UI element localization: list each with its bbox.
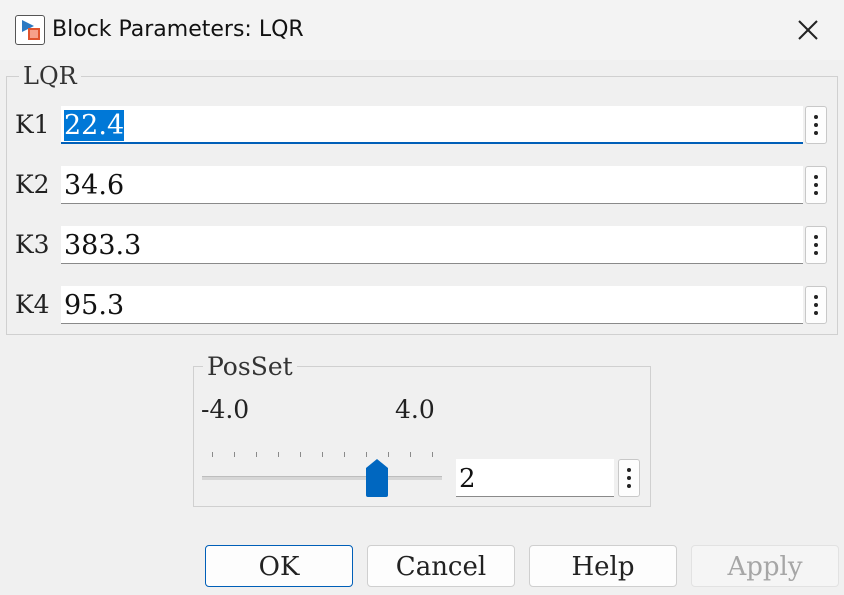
posset-more-button[interactable] bbox=[618, 459, 640, 497]
simulink-block-icon bbox=[15, 15, 45, 45]
slider-tick bbox=[256, 452, 257, 457]
posset-slider-track[interactable] bbox=[202, 476, 442, 480]
posset-value-input[interactable]: 2 bbox=[456, 459, 614, 497]
slider-tick bbox=[366, 452, 367, 457]
close-button[interactable] bbox=[786, 10, 830, 50]
k2-value: 34.6 bbox=[64, 170, 125, 201]
slider-max-label: 4.0 bbox=[395, 395, 435, 424]
k2-more-button[interactable] bbox=[805, 166, 827, 204]
slider-tick bbox=[344, 452, 345, 457]
more-options-icon bbox=[814, 173, 818, 197]
close-icon bbox=[798, 20, 818, 40]
posset-value: 2 bbox=[459, 464, 476, 494]
window-title: Block Parameters: LQR bbox=[52, 17, 304, 42]
k4-value: 95.3 bbox=[64, 290, 125, 321]
k3-label: K3 bbox=[15, 230, 50, 259]
k1-label: K1 bbox=[15, 110, 50, 139]
help-button[interactable]: Help bbox=[529, 545, 677, 587]
slider-tick bbox=[234, 452, 235, 457]
slider-tick bbox=[410, 452, 411, 457]
slider-tick bbox=[432, 452, 433, 457]
cancel-button[interactable]: Cancel bbox=[367, 545, 515, 587]
k4-more-button[interactable] bbox=[805, 286, 827, 324]
apply-button: Apply bbox=[691, 545, 839, 587]
k4-label: K4 bbox=[15, 290, 50, 319]
k3-input[interactable]: 383.3 bbox=[61, 226, 803, 264]
ok-button[interactable]: OK bbox=[205, 545, 353, 587]
posset-slider-thumb[interactable] bbox=[366, 459, 388, 497]
slider-tick bbox=[300, 452, 301, 457]
k3-value: 383.3 bbox=[64, 230, 142, 261]
slider-tick bbox=[322, 452, 323, 457]
k2-label: K2 bbox=[15, 170, 50, 199]
k1-input[interactable]: 22.4 bbox=[61, 106, 803, 144]
slider-min-label: -4.0 bbox=[201, 395, 250, 424]
more-options-icon bbox=[814, 113, 818, 137]
title-bar: Block Parameters: LQR bbox=[0, 0, 844, 60]
lqr-group-legend: LQR bbox=[19, 62, 81, 90]
more-options-icon bbox=[814, 233, 818, 257]
k1-more-button[interactable] bbox=[805, 106, 827, 144]
slider-tick bbox=[212, 452, 213, 457]
slider-tick bbox=[388, 452, 389, 457]
slider-tick bbox=[278, 452, 279, 457]
k4-input[interactable]: 95.3 bbox=[61, 286, 803, 324]
posset-group-legend: PosSet bbox=[203, 352, 297, 381]
more-options-icon bbox=[814, 293, 818, 317]
more-options-icon bbox=[627, 466, 631, 490]
k2-input[interactable]: 34.6 bbox=[61, 166, 803, 204]
k1-value: 22.4 bbox=[64, 110, 125, 141]
k3-more-button[interactable] bbox=[805, 226, 827, 264]
